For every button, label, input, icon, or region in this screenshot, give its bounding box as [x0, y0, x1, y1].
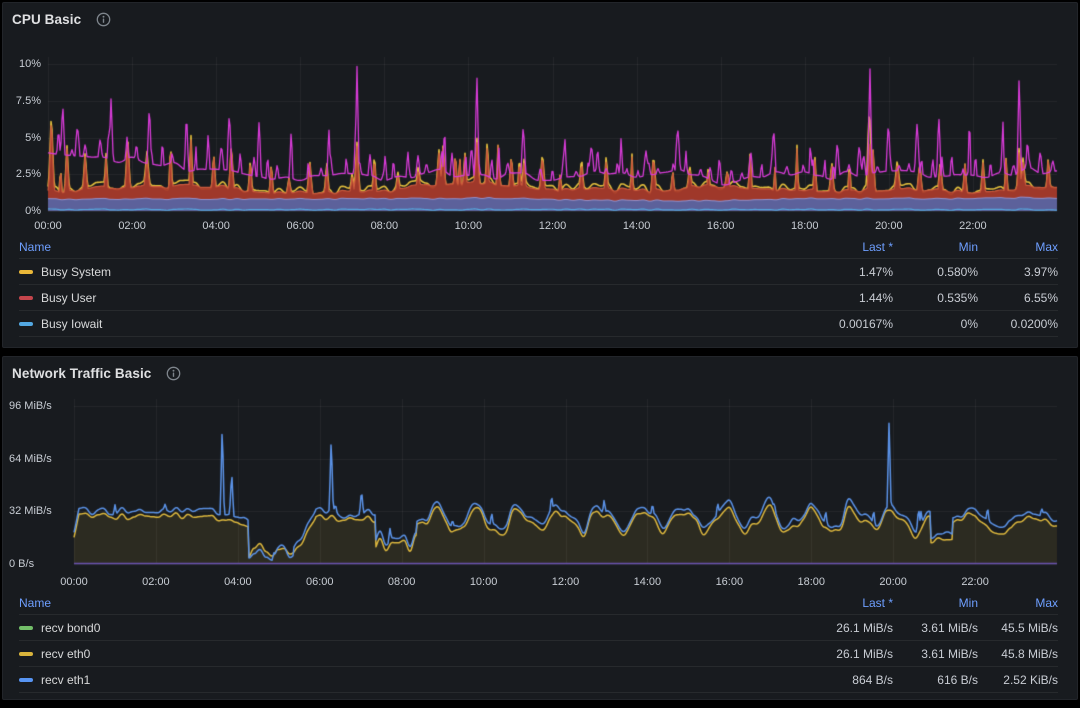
- x-axis-tick: 04:00: [194, 219, 238, 233]
- x-axis-tick: 22:00: [953, 575, 997, 589]
- x-axis-tick: 00:00: [52, 575, 96, 589]
- y-axis-tick: 7.5%: [3, 94, 41, 108]
- legend-series-label: Busy Iowait: [41, 317, 102, 331]
- legend-series-name[interactable]: Busy Iowait: [19, 317, 743, 331]
- legend-value-last: 1.44%: [743, 291, 893, 305]
- y-axis-tick: 5%: [3, 131, 41, 145]
- legend-value-last: 26.1 MiB/s: [743, 647, 893, 661]
- legend-col-name[interactable]: Name: [19, 240, 743, 254]
- legend-value-min: 616 B/s: [893, 673, 978, 687]
- legend-series-label: Busy User: [41, 291, 96, 305]
- y-axis-tick: 64 MiB/s: [9, 452, 69, 466]
- x-axis-tick: 12:00: [531, 219, 575, 233]
- legend-series-name[interactable]: recv bond0: [19, 621, 743, 635]
- grafana-dashboard: CPU Basic 10%7.5%5%2.5%0%00:0002:0004:00…: [0, 0, 1080, 708]
- x-axis-tick: 12:00: [544, 575, 588, 589]
- x-axis-tick: 10:00: [446, 219, 490, 233]
- legend-col-min[interactable]: Min: [893, 596, 978, 610]
- legend-series-label: recv eth0: [41, 647, 90, 661]
- legend-series-row: recv eth1 864 B/s616 B/s2.52 KiB/s: [19, 667, 1058, 693]
- series-color-swatch: [19, 652, 33, 656]
- legend-header-row: NameLast *MinMax: [19, 235, 1058, 259]
- legend-series-row: Busy System 1.47%0.580%3.97%: [19, 259, 1058, 285]
- legend-value-max: 45.5 MiB/s: [978, 621, 1058, 635]
- cpu-legend-table: NameLast *MinMax Busy System 1.47%0.580%3.…: [3, 235, 1077, 337]
- series-color-swatch: [19, 322, 33, 326]
- x-axis-tick: 14:00: [625, 575, 669, 589]
- legend-series-label: recv eth1: [41, 673, 90, 687]
- panel-network-traffic-basic: Network Traffic Basic 96 MiB/s 64 MiB/s 32…: [2, 356, 1078, 700]
- network-legend-table: NameLast *MinMax recv bond0 26.1 MiB/s3.61…: [3, 591, 1077, 693]
- info-icon[interactable]: [166, 366, 181, 381]
- y-axis-tick: 32 MiB/s: [9, 504, 69, 518]
- series-color-swatch: [19, 626, 33, 630]
- x-axis-tick: 08:00: [362, 219, 406, 233]
- panel-title[interactable]: Network Traffic Basic: [12, 366, 151, 381]
- legend-series-name[interactable]: recv eth1: [19, 673, 743, 687]
- x-axis-tick: 22:00: [951, 219, 995, 233]
- x-axis-tick: 16:00: [699, 219, 743, 233]
- panel-header: Network Traffic Basic: [3, 357, 1077, 389]
- legend-col-name[interactable]: Name: [19, 596, 743, 610]
- legend-value-min: 3.61 MiB/s: [893, 621, 978, 635]
- legend-value-min: 0.535%: [893, 291, 978, 305]
- legend-series-label: recv bond0: [41, 621, 100, 635]
- y-axis-tick: 0 B/s: [9, 557, 69, 571]
- legend-header-row: NameLast *MinMax: [19, 591, 1058, 615]
- x-axis-tick: 20:00: [871, 575, 915, 589]
- y-axis-tick: 0%: [3, 204, 41, 218]
- legend-col-last[interactable]: Last *: [743, 240, 893, 254]
- legend-series-row: Busy Iowait 0.00167%0%0.0200%: [19, 311, 1058, 337]
- legend-value-last: 0.00167%: [743, 317, 893, 331]
- series-color-swatch: [19, 270, 33, 274]
- legend-value-max: 3.97%: [978, 265, 1058, 279]
- y-axis-tick: 96 MiB/s: [9, 399, 69, 413]
- x-axis-tick: 00:00: [26, 219, 70, 233]
- legend-series-name[interactable]: Busy User: [19, 291, 743, 305]
- legend-col-max[interactable]: Max: [978, 596, 1058, 610]
- legend-series-row: Busy User 1.44%0.535%6.55%: [19, 285, 1058, 311]
- x-axis-tick: 04:00: [216, 575, 260, 589]
- info-icon[interactable]: [96, 12, 111, 27]
- y-axis-tick: 2.5%: [3, 167, 41, 181]
- x-axis-tick: 20:00: [867, 219, 911, 233]
- x-axis-tick: 18:00: [789, 575, 833, 589]
- x-axis-tick: 02:00: [110, 219, 154, 233]
- x-axis-tick: 18:00: [783, 219, 827, 233]
- series-color-swatch: [19, 296, 33, 300]
- panel-cpu-basic: CPU Basic 10%7.5%5%2.5%0%00:0002:0004:00…: [2, 2, 1078, 348]
- legend-value-last: 864 B/s: [743, 673, 893, 687]
- legend-col-min[interactable]: Min: [893, 240, 978, 254]
- legend-value-last: 1.47%: [743, 265, 893, 279]
- legend-series-name[interactable]: Busy System: [19, 265, 743, 279]
- legend-value-min: 0%: [893, 317, 978, 331]
- legend-value-last: 26.1 MiB/s: [743, 621, 893, 635]
- legend-series-name[interactable]: recv eth0: [19, 647, 743, 661]
- info-icon-glyph: [166, 366, 181, 381]
- info-icon-glyph: [96, 12, 111, 27]
- legend-series-row: recv bond0 26.1 MiB/s3.61 MiB/s45.5 MiB/s: [19, 615, 1058, 641]
- x-axis-tick: 06:00: [298, 575, 342, 589]
- legend-value-max: 45.8 MiB/s: [978, 647, 1058, 661]
- x-axis-tick: 14:00: [615, 219, 659, 233]
- x-axis-tick: 10:00: [462, 575, 506, 589]
- legend-value-max: 6.55%: [978, 291, 1058, 305]
- legend-value-min: 3.61 MiB/s: [893, 647, 978, 661]
- legend-col-max[interactable]: Max: [978, 240, 1058, 254]
- legend-col-last[interactable]: Last *: [743, 596, 893, 610]
- panel-title[interactable]: CPU Basic: [12, 12, 81, 27]
- legend-value-min: 0.580%: [893, 265, 978, 279]
- x-axis-tick: 08:00: [380, 575, 424, 589]
- y-axis-tick: 10%: [3, 57, 41, 71]
- legend-value-max: 0.0200%: [978, 317, 1058, 331]
- legend-value-max: 2.52 KiB/s: [978, 673, 1058, 687]
- x-axis-tick: 06:00: [278, 219, 322, 233]
- legend-series-row: recv eth0 26.1 MiB/s3.61 MiB/s45.8 MiB/s: [19, 641, 1058, 667]
- x-axis-tick: 02:00: [134, 575, 178, 589]
- legend-series-label: Busy System: [41, 265, 111, 279]
- series-color-swatch: [19, 678, 33, 682]
- x-axis-tick: 16:00: [707, 575, 751, 589]
- panel-header: CPU Basic: [3, 3, 1077, 35]
